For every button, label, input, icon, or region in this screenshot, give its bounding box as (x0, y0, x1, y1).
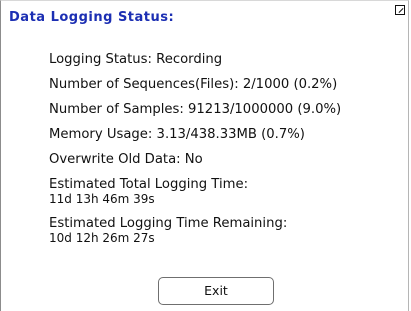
estimated-total-value: 11d 13h 46m 39s (49, 192, 155, 206)
sample-count-text: Number of Samples: 91213/1000000 (9.0%) (49, 102, 342, 117)
memory-usage-text: Memory Usage: 3.13/438.33MB (0.7%) (49, 127, 305, 142)
exit-button[interactable]: Exit (158, 277, 274, 305)
estimated-remaining-value: 10d 12h 26m 27s (49, 231, 155, 245)
sequence-count-text: Number of Sequences(Files): 2/1000 (0.2%… (49, 77, 338, 92)
estimated-remaining-label: Estimated Logging Time Remaining: (49, 216, 288, 231)
edit-icon[interactable] (395, 5, 405, 15)
estimated-total-label: Estimated Total Logging Time: (49, 177, 249, 192)
estimated-total-block: Estimated Total Logging Time: 11d 13h 46… (49, 177, 369, 206)
overwrite-old-data-text: Overwrite Old Data: No (49, 152, 203, 167)
logging-status-text: Logging Status: Recording (49, 52, 223, 67)
status-content: Logging Status: Recording Number of Sequ… (49, 52, 369, 255)
data-logging-status-dialog: Data Logging Status: Logging Status: Rec… (0, 0, 409, 311)
dialog-title: Data Logging Status: (9, 10, 175, 25)
estimated-remaining-block: Estimated Logging Time Remaining: 10d 12… (49, 216, 369, 245)
